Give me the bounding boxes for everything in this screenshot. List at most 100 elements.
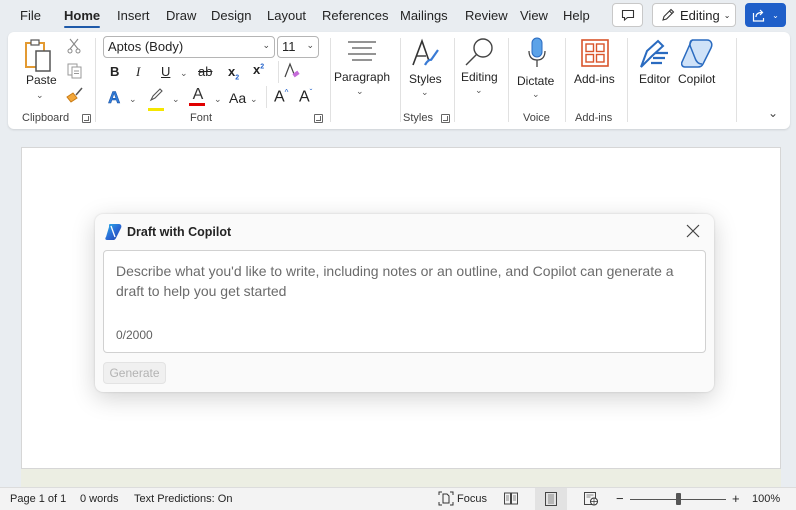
focus-mode-button[interactable]: Focus [438, 491, 487, 506]
add-ins-button[interactable] [581, 39, 609, 72]
editing-button[interactable] [464, 36, 496, 73]
comments-button[interactable] [612, 3, 643, 27]
highlight-color-swatch [148, 108, 164, 111]
group-separator [508, 38, 509, 122]
group-separator [565, 38, 566, 122]
page-count[interactable]: Page 1 of 1 [10, 493, 66, 505]
text-predictions-status[interactable]: Text Predictions: On [134, 493, 232, 505]
clipboard-dialog-launcher[interactable] [82, 114, 91, 123]
chevron-down-icon: ⌄ [262, 40, 270, 50]
italic-button[interactable]: I [136, 64, 140, 80]
change-case-button[interactable]: Aa [229, 90, 246, 106]
chevron-down-icon[interactable]: ⌄ [532, 89, 540, 100]
clear-formatting-icon [284, 62, 300, 78]
tab-design[interactable]: Design [211, 8, 251, 23]
font-group-label: Font [190, 112, 213, 124]
paste-label: Paste [26, 73, 57, 87]
read-mode-button[interactable] [504, 492, 518, 508]
chevron-down-icon[interactable]: ⌄ [250, 94, 258, 105]
focus-icon [438, 491, 454, 506]
tab-view[interactable]: View [520, 8, 548, 23]
chevron-down-icon[interactable]: ⌄ [356, 86, 364, 97]
highlight-color-button[interactable] [148, 88, 166, 111]
chevron-down-icon[interactable]: ⌄ [129, 94, 137, 105]
copilot-button[interactable] [680, 38, 715, 73]
ribbon: Paste ⌄ Clipboard Aptos (Body) ⌄ 11 ⌄ B … [8, 32, 790, 129]
collapse-ribbon-chevron-icon[interactable]: ⌄ [768, 106, 778, 120]
font-size-value: 11 [282, 39, 296, 54]
clipboard-group-label: Clipboard [22, 112, 70, 124]
styles-button[interactable] [410, 38, 440, 73]
copilot-icon [680, 39, 713, 68]
tab-review[interactable]: Review [465, 8, 508, 23]
font-name-select[interactable]: Aptos (Body) ⌄ [103, 36, 275, 58]
generate-button[interactable]: Generate [103, 362, 166, 384]
cut-icon [67, 38, 81, 54]
chevron-down-icon[interactable]: ⌄ [172, 94, 180, 105]
chevron-down-icon[interactable]: ⌄ [36, 90, 44, 101]
tab-layout[interactable]: Layout [267, 8, 306, 23]
dictate-button[interactable] [527, 37, 547, 74]
styles-dialog-launcher[interactable] [441, 114, 450, 123]
share-button[interactable]: ⌄ [745, 3, 786, 27]
font-size-select[interactable]: 11 ⌄ [277, 36, 319, 58]
word-count[interactable]: 0 words [80, 493, 119, 505]
chevron-down-icon[interactable]: ⌄ [475, 85, 483, 96]
tab-draw[interactable]: Draw [166, 8, 196, 23]
pencil-icon [662, 8, 675, 21]
print-layout-button[interactable] [545, 492, 557, 509]
clear-formatting-button[interactable] [283, 62, 301, 85]
copy-button[interactable] [67, 63, 83, 84]
underline-button[interactable]: U [161, 64, 170, 79]
highlighter-icon [149, 88, 163, 102]
dialog-title: Draft with Copilot [127, 225, 232, 239]
font-dialog-launcher[interactable] [314, 114, 323, 123]
strikethrough-button[interactable]: ab [198, 64, 212, 79]
chevron-down-icon[interactable]: ⌄ [180, 68, 188, 79]
focus-label: Focus [457, 492, 487, 505]
grow-font-button[interactable]: A^ [274, 88, 288, 106]
add-ins-group-label: Add-ins [575, 112, 613, 124]
tab-insert[interactable]: Insert [117, 8, 150, 23]
microphone-icon [528, 37, 546, 67]
search-icon [465, 38, 493, 66]
zoom-slider-thumb[interactable] [676, 493, 681, 505]
page-margin-strip [21, 469, 781, 487]
tab-home[interactable]: Home [64, 8, 101, 28]
prompt-input[interactable]: Describe what you'd like to write, inclu… [103, 250, 706, 353]
tab-mailings[interactable]: Mailings [400, 8, 448, 23]
text-effects-button[interactable]: A [108, 88, 121, 108]
status-bar: Page 1 of 1 0 words Text Predictions: On… [0, 487, 796, 510]
zoom-out-button[interactable]: − [616, 491, 624, 506]
tab-help[interactable]: Help [563, 8, 590, 23]
close-button[interactable] [685, 223, 701, 239]
styles-group-label: Styles [403, 112, 433, 124]
zoom-level[interactable]: 100% [752, 493, 780, 505]
tab-file[interactable]: File [20, 8, 41, 23]
close-icon [686, 224, 700, 238]
divider [266, 86, 267, 108]
character-count: 0/2000 [116, 328, 153, 342]
tab-references[interactable]: References [322, 8, 388, 23]
chevron-down-icon[interactable]: ⌄ [421, 87, 429, 98]
shrink-font-button[interactable]: Aˇ [299, 88, 312, 106]
editing-mode-button[interactable]: Editing ⌄ [652, 3, 736, 27]
group-separator [627, 38, 628, 122]
format-painter-button[interactable] [66, 87, 84, 108]
paragraph-icon [348, 41, 376, 61]
bold-button[interactable]: B [110, 64, 119, 79]
cut-button[interactable] [67, 38, 81, 59]
zoom-in-button[interactable]: + [732, 491, 740, 506]
superscript-button[interactable]: x2 [253, 62, 264, 77]
paste-button[interactable] [24, 38, 54, 76]
copilot-label: Copilot [678, 72, 716, 86]
font-color-button[interactable]: A [189, 86, 207, 108]
share-icon [753, 9, 765, 22]
subscript-button[interactable]: x2 [228, 64, 239, 82]
editor-button[interactable] [638, 39, 672, 74]
chevron-down-icon[interactable]: ⌄ [214, 94, 222, 105]
prompt-placeholder: Describe what you'd like to write, inclu… [116, 263, 674, 299]
paragraph-button[interactable] [347, 40, 377, 67]
editing-label: Editing [461, 70, 498, 84]
web-layout-button[interactable] [584, 492, 599, 509]
